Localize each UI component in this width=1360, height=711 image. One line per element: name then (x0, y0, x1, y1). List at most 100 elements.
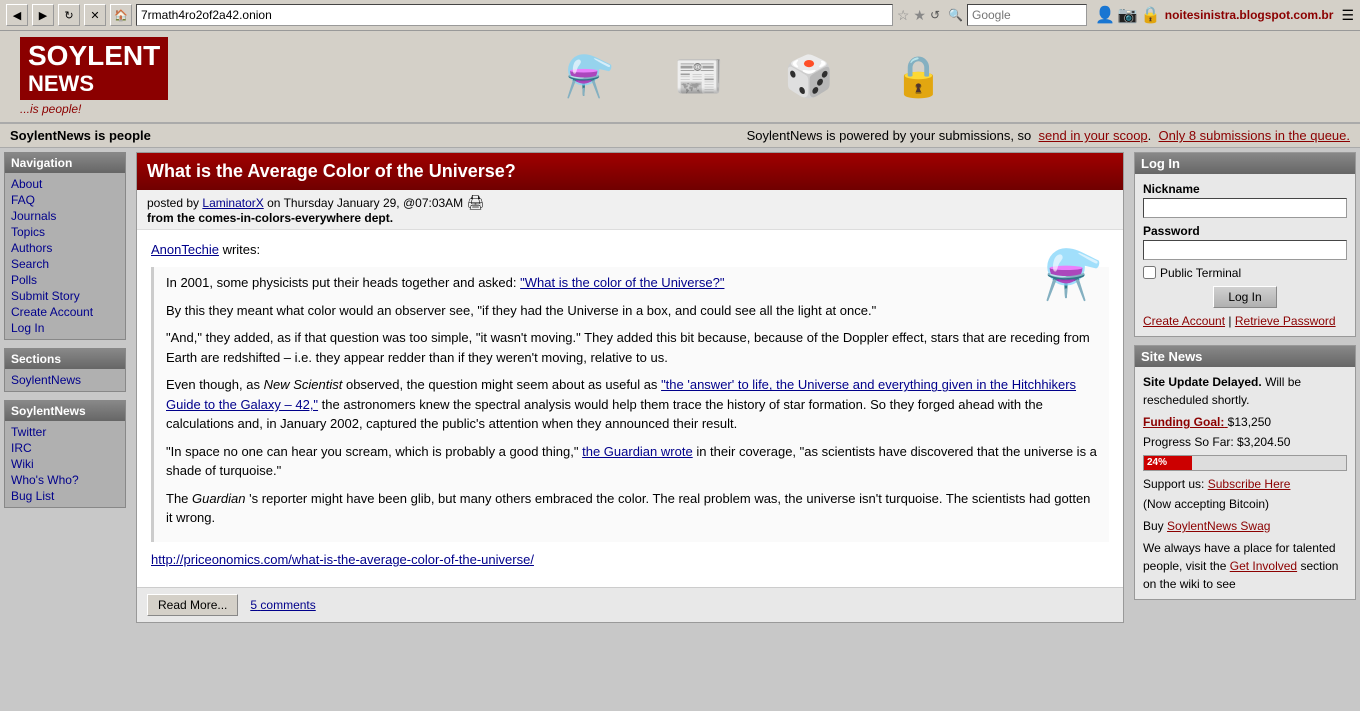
nav-authors[interactable]: Authors (5, 240, 125, 256)
stop-button[interactable]: ✕ (84, 4, 106, 26)
sections-links: SoylentNews (5, 369, 125, 391)
comments-count: 5 (250, 598, 257, 612)
progress-label: Progress So Far: (1143, 435, 1234, 449)
nav-links: About FAQ Journals Topics Authors Search… (5, 173, 125, 339)
site-header: SOYLENT NEWS ...is people! ⚗️ 📰 🎲 🔒 (0, 31, 1360, 123)
login-title: Log In (1135, 153, 1355, 174)
newspaper-icon: 📰 (674, 53, 724, 100)
link-whos-who[interactable]: Who's Who? (5, 472, 125, 488)
update-text: Site Update Delayed. (1143, 375, 1262, 389)
print-icon[interactable]: 🖨 (467, 194, 485, 210)
nickname-input[interactable] (1143, 198, 1347, 218)
right-sidebar: Log In Nickname Password Public Terminal… (1130, 148, 1360, 636)
navigation-section: Navigation About FAQ Journals Topics Aut… (4, 152, 126, 340)
main-layout: Navigation About FAQ Journals Topics Aut… (0, 148, 1360, 636)
nav-log-in[interactable]: Log In (5, 320, 125, 336)
support-pre: Support us: (1143, 477, 1204, 491)
article-footer: Read More... 5 comments (137, 587, 1123, 622)
password-input[interactable] (1143, 240, 1347, 260)
comments-label-text: comments (260, 598, 315, 612)
soylent-section: SoylentNews Twitter IRC Wiki Who's Who? … (4, 400, 126, 508)
public-terminal-checkbox[interactable] (1143, 266, 1156, 279)
article-box: What is the Average Color of the Univers… (136, 152, 1124, 624)
forward-button[interactable]: ▶ (32, 4, 54, 26)
meta-posted: posted by (147, 196, 199, 210)
menu-icon[interactable]: ☰ (1341, 7, 1354, 24)
article-url-link[interactable]: http://priceonomics.com/what-is-the-aver… (151, 552, 534, 567)
funding-label: Funding Goal: (1143, 415, 1224, 429)
site-news-panel: Site News Site Update Delayed. Will be r… (1134, 345, 1356, 600)
link-twitter[interactable]: Twitter (5, 424, 125, 440)
create-account-link[interactable]: Create Account (1143, 314, 1225, 328)
login-button[interactable]: Log In (1213, 286, 1276, 308)
nickname-label: Nickname (1143, 182, 1347, 196)
logo-soylent: SOYLENT (28, 41, 160, 72)
article-writer-link[interactable]: AnonTechie (151, 242, 219, 257)
lock-icon: 🔒 (894, 53, 944, 100)
read-more-button[interactable]: Read More... (147, 594, 238, 616)
article-meta: posted by LaminatorX on Thursday January… (137, 190, 1123, 230)
home-button[interactable]: 🏠 (110, 4, 132, 26)
progress-bar-fill: 24% (1144, 456, 1192, 470)
search-input[interactable] (967, 4, 1087, 26)
site-news-body: Site Update Delayed. Will be rescheduled… (1135, 367, 1355, 599)
scoop-link[interactable]: send in your scoop (1039, 128, 1148, 143)
flask-icon: ⚗️ (564, 53, 614, 100)
login-links: Create Account | Retrieve Password (1143, 314, 1347, 328)
comments-link[interactable]: 5 comments (250, 598, 315, 612)
nav-submit-story[interactable]: Submit Story (5, 288, 125, 304)
subscribe-link[interactable]: Subscribe Here (1208, 477, 1291, 491)
toolbar-icon-2[interactable]: 📷 (1118, 5, 1138, 25)
get-involved-link[interactable]: Get Involved (1230, 559, 1297, 573)
reload-button[interactable]: ↻ (58, 4, 80, 26)
link-irc[interactable]: IRC (5, 440, 125, 456)
progress-bar-bg: 24% (1143, 455, 1347, 471)
logo-tagline: ...is people! (20, 102, 168, 116)
nav-create-account[interactable]: Create Account (5, 304, 125, 320)
article-flask-icon: ⚗️ (1043, 240, 1103, 312)
p4-mid: observed, the question might seem about … (346, 377, 657, 392)
progress-percent-label: 24% (1144, 455, 1167, 470)
link-wiki[interactable]: Wiki (5, 456, 125, 472)
section-soylent-news[interactable]: SoylentNews (5, 372, 125, 388)
soylent-links: Twitter IRC Wiki Who's Who? Bug List (5, 421, 125, 507)
meta-dept: from the comes-in-colors-everywhere dept… (147, 211, 393, 225)
browser-toolbar-icons: 👤 📷 🔒 (1095, 5, 1161, 25)
p6-post: 's reporter might have been glib, but ma… (166, 491, 1090, 526)
color-universe-link[interactable]: "What is the color of the Universe?" (520, 275, 724, 290)
funding-goal-link[interactable]: Funding Goal: (1143, 415, 1228, 429)
logo-box: SOYLENT NEWS (20, 37, 168, 100)
swag-link[interactable]: SoylentNews Swag (1167, 519, 1270, 533)
bookmark-star-icon[interactable]: ☆ (897, 7, 910, 24)
nav-about[interactable]: About (5, 176, 125, 192)
body-p1: In 2001, some physicists put their heads… (166, 275, 517, 290)
guardian-link[interactable]: the Guardian wrote (582, 444, 693, 459)
article-body: ⚗️ AnonTechie writes: In 2001, some phys… (137, 230, 1123, 588)
progress-amount: $3,204.50 (1237, 435, 1290, 449)
tagline-bar: SoylentNews is people SoylentNews is pow… (0, 123, 1360, 148)
link-bug-list[interactable]: Bug List (5, 488, 125, 504)
nav-topics[interactable]: Topics (5, 224, 125, 240)
refresh-icon[interactable]: ↺ (930, 8, 940, 22)
meta-author-link[interactable]: LaminatorX (202, 196, 263, 210)
toolbar-icon-3[interactable]: 🔒 (1141, 5, 1161, 25)
nav-search[interactable]: Search (5, 256, 125, 272)
retrieve-password-link[interactable]: Retrieve Password (1235, 314, 1336, 328)
sections-title: Sections (5, 349, 125, 369)
bookmark-star2-icon[interactable]: ★ (913, 7, 926, 24)
p6-pre: The (166, 491, 188, 506)
nav-polls[interactable]: Polls (5, 272, 125, 288)
body-p4: Even though, as New Scientist observed, … (166, 375, 1097, 434)
queue-link[interactable]: Only 8 submissions in the queue. (1159, 128, 1351, 143)
article-title: What is the Average Color of the Univers… (137, 153, 1123, 190)
toolbar-icon-1[interactable]: 👤 (1095, 5, 1115, 25)
logo-area: SOYLENT NEWS ...is people! (20, 37, 168, 116)
nav-journals[interactable]: Journals (5, 208, 125, 224)
blog-link[interactable]: noitesinistra.blogspot.com.br (1165, 8, 1334, 22)
back-button[interactable]: ◀ (6, 4, 28, 26)
address-bar[interactable] (136, 4, 893, 26)
powered-text: SoylentNews is powered by your submissio… (747, 128, 1350, 143)
nav-faq[interactable]: FAQ (5, 192, 125, 208)
support-sub: (Now accepting Bitcoin) (1143, 495, 1347, 513)
login-body: Nickname Password Public Terminal Log In… (1135, 174, 1355, 336)
